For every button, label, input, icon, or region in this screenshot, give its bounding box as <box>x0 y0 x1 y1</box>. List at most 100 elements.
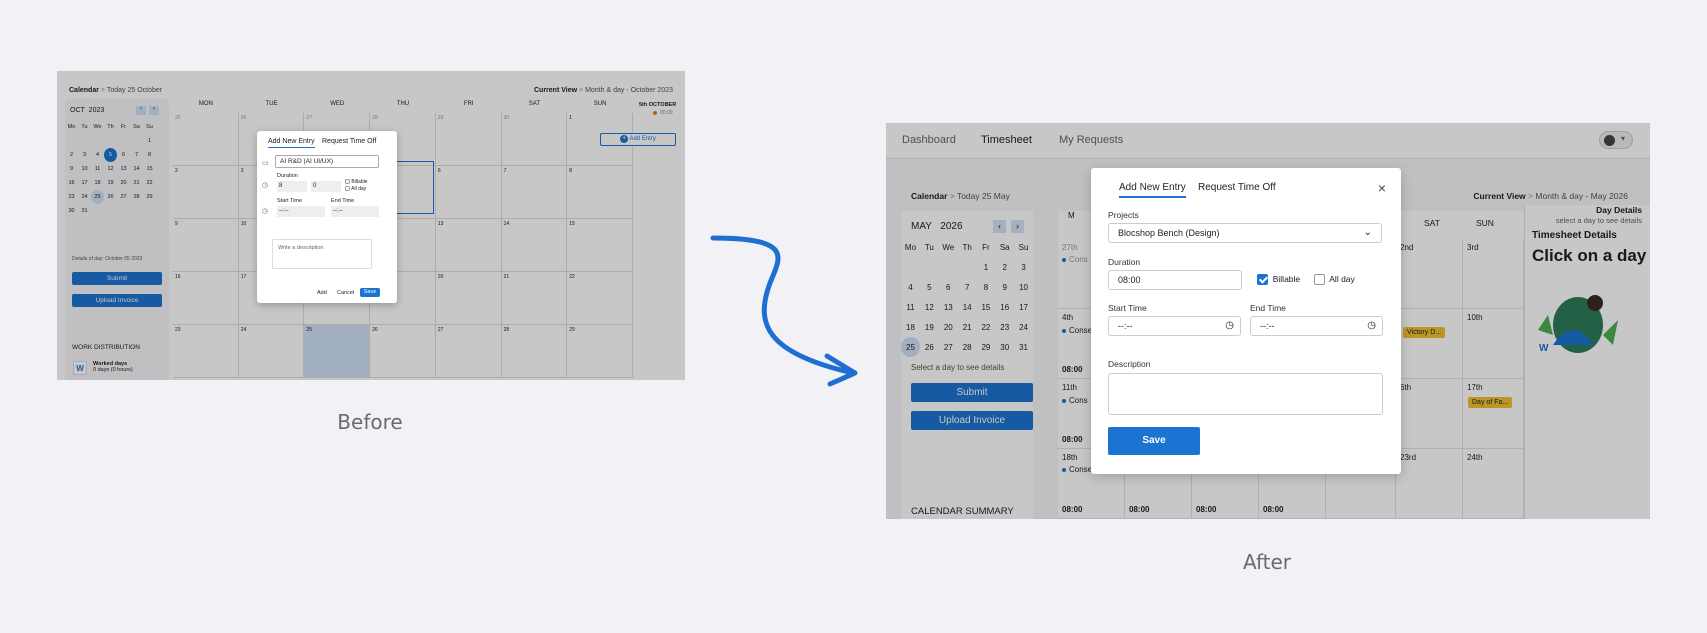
mini-day[interactable]: 5 <box>104 148 117 162</box>
mini-day[interactable]: 4 <box>901 277 920 297</box>
holiday-tag[interactable]: Victory D... <box>1403 327 1446 338</box>
tab-request-time-off[interactable]: Request Time Off <box>322 138 376 145</box>
mini-day[interactable]: 3 <box>1014 257 1033 277</box>
mini-day[interactable]: 14 <box>130 162 143 176</box>
mini-day[interactable]: 22 <box>143 176 156 190</box>
mini-day[interactable]: 25 <box>91 190 104 204</box>
mini-day[interactable]: 31 <box>1014 337 1033 357</box>
day-cell[interactable]: 16 <box>173 272 239 325</box>
day-cell[interactable]: 29 <box>567 325 633 378</box>
mini-day[interactable]: 26 <box>104 190 117 204</box>
day-cell[interactable]: 23rd <box>1396 449 1463 519</box>
mini-day[interactable]: 9 <box>995 277 1014 297</box>
cancel-button[interactable]: Cancel <box>337 290 354 296</box>
mini-day[interactable]: 19 <box>920 317 939 337</box>
day-cell[interactable]: 25 <box>304 325 371 378</box>
day-cell[interactable] <box>1396 309 1463 379</box>
mini-day[interactable]: 16 <box>65 176 78 190</box>
day-cell[interactable]: 20 <box>435 272 502 325</box>
day-cell[interactable]: 6th <box>1396 379 1463 449</box>
add-button[interactable]: Add <box>317 290 327 296</box>
mini-day[interactable]: 11 <box>91 162 104 176</box>
day-cell[interactable]: 22 <box>567 272 633 325</box>
day-cell[interactable]: 23 <box>173 325 239 378</box>
minutes-input[interactable]: 0 <box>311 181 341 192</box>
day-cell[interactable]: 24 <box>238 325 305 378</box>
mini-day[interactable]: 21 <box>958 317 977 337</box>
mini-day[interactable]: 24 <box>1014 317 1033 337</box>
day-cell[interactable]: 3rd <box>1463 239 1524 309</box>
upload-invoice-button[interactable]: Upload Invoice <box>72 294 162 307</box>
close-icon[interactable]: × <box>1378 180 1386 196</box>
submit-button[interactable]: Submit <box>911 383 1033 402</box>
mini-day[interactable]: 3 <box>78 148 91 162</box>
mini-day[interactable]: 2 <box>995 257 1014 277</box>
prev-month-icon[interactable]: ‹ <box>136 106 146 115</box>
day-cell[interactable]: 25 <box>173 113 239 166</box>
mini-day[interactable]: 5 <box>920 277 939 297</box>
mini-day[interactable]: 1 <box>143 134 156 148</box>
hours-input[interactable]: 8 <box>277 181 307 192</box>
mini-day[interactable]: 24 <box>78 190 91 204</box>
mini-day[interactable]: 6 <box>939 277 958 297</box>
project-select[interactable]: Blocshop Bench (Design) ⌄ <box>1108 223 1382 243</box>
tab-add-new-entry[interactable]: Add New Entry <box>1119 182 1186 198</box>
mini-day[interactable]: 15 <box>143 162 156 176</box>
day-cell[interactable]: 28 <box>501 325 568 378</box>
next-month-icon[interactable]: › <box>149 106 159 115</box>
description-input[interactable]: Write a description <box>272 239 372 269</box>
mini-day[interactable]: 23 <box>995 317 1014 337</box>
allday-checkbox[interactable]: All day <box>1314 274 1355 286</box>
end-time-input[interactable]: --:-- ◷ <box>1250 316 1383 336</box>
allday-checkbox[interactable]: All day <box>345 186 366 192</box>
mini-day[interactable]: 7 <box>130 148 143 162</box>
upload-invoice-button[interactable]: Upload Invoice <box>911 411 1033 430</box>
mini-day[interactable]: 14 <box>958 297 977 317</box>
day-cell[interactable]: 17th <box>1463 379 1524 449</box>
day-cell[interactable]: 13 <box>435 219 502 272</box>
day-cell[interactable]: 14 <box>501 219 568 272</box>
billable-checkbox[interactable]: Billable <box>1257 274 1300 286</box>
day-cell[interactable]: 2 <box>173 166 239 219</box>
mini-day[interactable]: 27 <box>939 337 958 357</box>
mini-day[interactable]: 27 <box>117 190 130 204</box>
start-time-input[interactable]: --:-- <box>277 206 325 217</box>
mini-day[interactable]: 11 <box>901 297 920 317</box>
nav-timesheet[interactable]: Timesheet <box>981 134 1032 146</box>
mini-day[interactable]: 1 <box>977 257 996 277</box>
mini-day[interactable]: 28 <box>958 337 977 357</box>
tab-request-time-off[interactable]: Request Time Off <box>1198 182 1276 193</box>
mini-day[interactable]: 15 <box>977 297 996 317</box>
mini-day[interactable]: 2 <box>65 148 78 162</box>
day-cell[interactable]: 9 <box>173 219 239 272</box>
mini-day[interactable]: 4 <box>91 148 104 162</box>
mini-day[interactable]: 22 <box>977 317 996 337</box>
mini-day[interactable]: 10 <box>78 162 91 176</box>
tab-add-new-entry[interactable]: Add New Entry <box>268 138 315 148</box>
mini-day[interactable]: 12 <box>920 297 939 317</box>
mini-day[interactable]: 13 <box>117 162 130 176</box>
day-cell[interactable]: 29 <box>435 113 502 166</box>
day-cell[interactable]: 21 <box>501 272 568 325</box>
day-cell[interactable]: 6 <box>435 166 502 219</box>
mini-day[interactable]: 8 <box>977 277 996 297</box>
add-entry-button[interactable]: + Add Entry <box>600 133 676 146</box>
mini-day[interactable]: 28 <box>130 190 143 204</box>
billable-checkbox[interactable]: Billable <box>345 179 368 185</box>
save-button[interactable]: Save <box>360 288 380 297</box>
mini-day[interactable]: 12 <box>104 162 117 176</box>
mini-day[interactable]: 26 <box>920 337 939 357</box>
day-cell[interactable]: 10th <box>1463 309 1524 379</box>
save-button[interactable]: Save <box>1108 427 1200 455</box>
mini-day[interactable]: 30 <box>65 204 78 218</box>
holiday-tag[interactable]: Day of Fa... <box>1468 397 1513 408</box>
prev-month-icon[interactable]: ‹ <box>993 220 1006 233</box>
end-time-input[interactable]: --:-- <box>331 206 379 217</box>
next-month-icon[interactable]: › <box>1011 220 1024 233</box>
clock-icon[interactable]: ◷ <box>1367 320 1376 331</box>
mini-day[interactable]: 17 <box>78 176 91 190</box>
day-cell[interactable]: 27 <box>435 325 502 378</box>
day-cell[interactable]: 15 <box>567 219 633 272</box>
start-time-input[interactable]: --:-- ◷ <box>1108 316 1241 336</box>
mini-day[interactable]: 18 <box>91 176 104 190</box>
